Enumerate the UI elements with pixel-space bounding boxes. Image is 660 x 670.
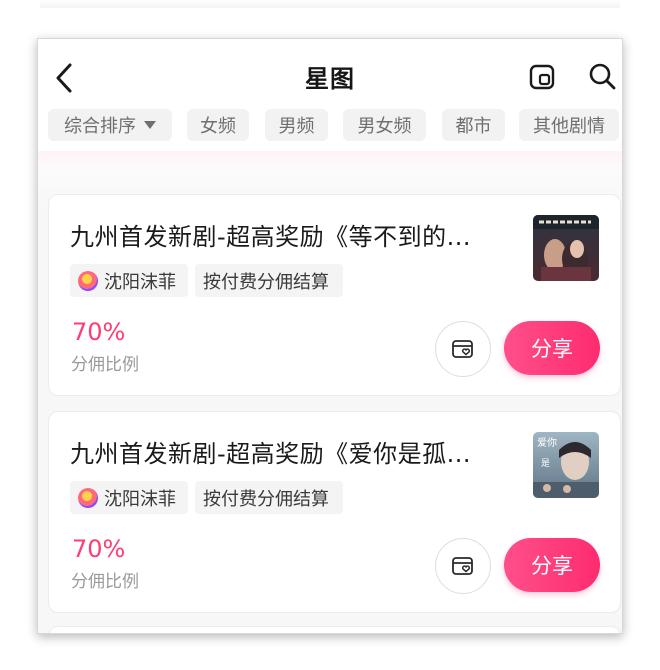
author-tag[interactable]: 沈阳沫菲 (70, 264, 188, 297)
filter-chip-sort[interactable]: 综合排序 (48, 109, 172, 141)
commission-label: 分佣比例 (71, 355, 139, 375)
filter-chips: 综合排序 女频 男频 男女频 都市 其他剧情 (38, 109, 622, 143)
commission-percent: 70% (72, 318, 126, 346)
author-avatar-icon (78, 487, 98, 508)
search-icon[interactable] (587, 61, 617, 91)
card-icon[interactable] (528, 63, 556, 91)
filter-chip-label: 综合排序 (64, 116, 136, 137)
next-card-peek (48, 626, 621, 633)
settlement-tag: 按付费分佣结算 (195, 264, 343, 297)
header: 星图 (38, 39, 622, 115)
svg-text:是: 是 (541, 458, 550, 469)
filter-chip-label: 男频 (278, 116, 315, 137)
heart-card-icon (452, 557, 473, 575)
filter-chip-label: 男女频 (357, 116, 412, 137)
svg-text:爱你: 爱你 (537, 436, 557, 449)
heart-card-icon (452, 340, 473, 358)
filter-chip-urban[interactable]: 都市 (442, 109, 505, 141)
author-name: 沈阳沫菲 (104, 271, 176, 293)
card-title: 九州首发新剧-超高奖励《爱你是孤... (70, 440, 472, 468)
settlement-label: 按付费分佣结算 (203, 488, 329, 510)
share-button[interactable]: 分享 (504, 321, 600, 375)
filter-chip-label: 其他剧情 (533, 116, 605, 137)
author-avatar-icon (78, 270, 98, 291)
background-strip (40, 0, 620, 8)
commission-label: 分佣比例 (71, 572, 139, 592)
card-title: 九州首发新剧-超高奖励《等不到的... (70, 223, 472, 251)
author-tag[interactable]: 沈阳沫菲 (70, 481, 188, 514)
drama-thumbnail: 爱你 是 (533, 432, 599, 498)
filter-chip-label: 女频 (200, 116, 236, 137)
app-panel: 星图 综合排序 女频 男频 男女频 都市 其他剧情 九州首发新剧-超高奖励《等不… (37, 38, 623, 634)
filter-chip-label: 都市 (455, 116, 492, 137)
filter-chip-female[interactable]: 女频 (187, 109, 249, 141)
filter-chip-male[interactable]: 男频 (265, 109, 328, 141)
author-name: 沈阳沫菲 (104, 488, 176, 510)
commission-percent: 70% (72, 535, 126, 563)
drama-card[interactable]: 九州首发新剧-超高奖励《爱你是孤... 爱你 是 沈阳沫菲 按付费分佣结算 70… (48, 411, 621, 613)
favorite-button[interactable] (435, 538, 491, 594)
filter-chip-other[interactable]: 其他剧情 (519, 109, 619, 141)
share-button[interactable]: 分享 (504, 538, 600, 592)
favorite-button[interactable] (435, 321, 491, 377)
caret-down-icon (144, 121, 156, 129)
drama-card[interactable]: 九州首发新剧-超高奖励《等不到的... 沈阳沫菲 按付费分佣结算 70% 分佣比 (48, 194, 621, 396)
settlement-label: 按付费分佣结算 (203, 271, 329, 293)
settlement-tag: 按付费分佣结算 (195, 481, 343, 514)
drama-thumbnail (533, 215, 599, 281)
filter-chip-all-gender[interactable]: 男女频 (343, 109, 426, 141)
